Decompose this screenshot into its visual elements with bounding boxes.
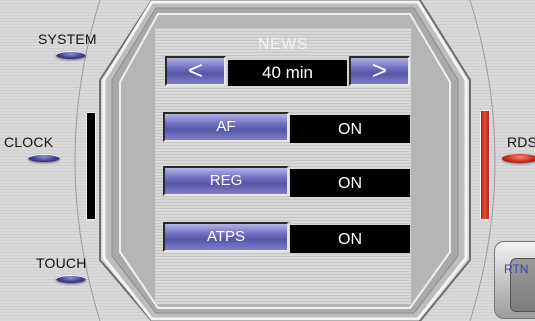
af-button[interactable]: AF: [163, 112, 289, 142]
touch-button[interactable]: [56, 275, 86, 283]
reg-button[interactable]: REG: [163, 166, 289, 196]
chevron-right-icon: >: [371, 55, 388, 85]
clock-button[interactable]: [28, 154, 60, 162]
radio-settings-screen: SYSTEM CLOCK TOUCH RDS RTN NEWS < 40 min…: [0, 0, 535, 321]
news-interval-value: 40 min: [228, 60, 347, 86]
system-label: SYSTEM: [38, 31, 97, 47]
news-next-button[interactable]: >: [349, 56, 410, 86]
news-prev-button[interactable]: <: [165, 56, 226, 86]
chevron-left-icon: <: [187, 55, 204, 85]
rds-label: RDS: [507, 134, 535, 150]
rds-button[interactable]: [502, 154, 535, 163]
atps-value: ON: [290, 225, 410, 253]
clock-label: CLOCK: [4, 134, 54, 150]
news-title: NEWS: [258, 36, 308, 53]
rtn-label: RTN: [504, 262, 529, 276]
atps-button[interactable]: ATPS: [163, 222, 289, 252]
right-indicator-bar: [480, 110, 490, 220]
touch-label: TOUCH: [36, 255, 87, 271]
system-button[interactable]: [56, 51, 86, 59]
left-indicator-bar: [86, 112, 96, 220]
reg-value: ON: [290, 169, 410, 197]
af-value: ON: [290, 115, 410, 143]
